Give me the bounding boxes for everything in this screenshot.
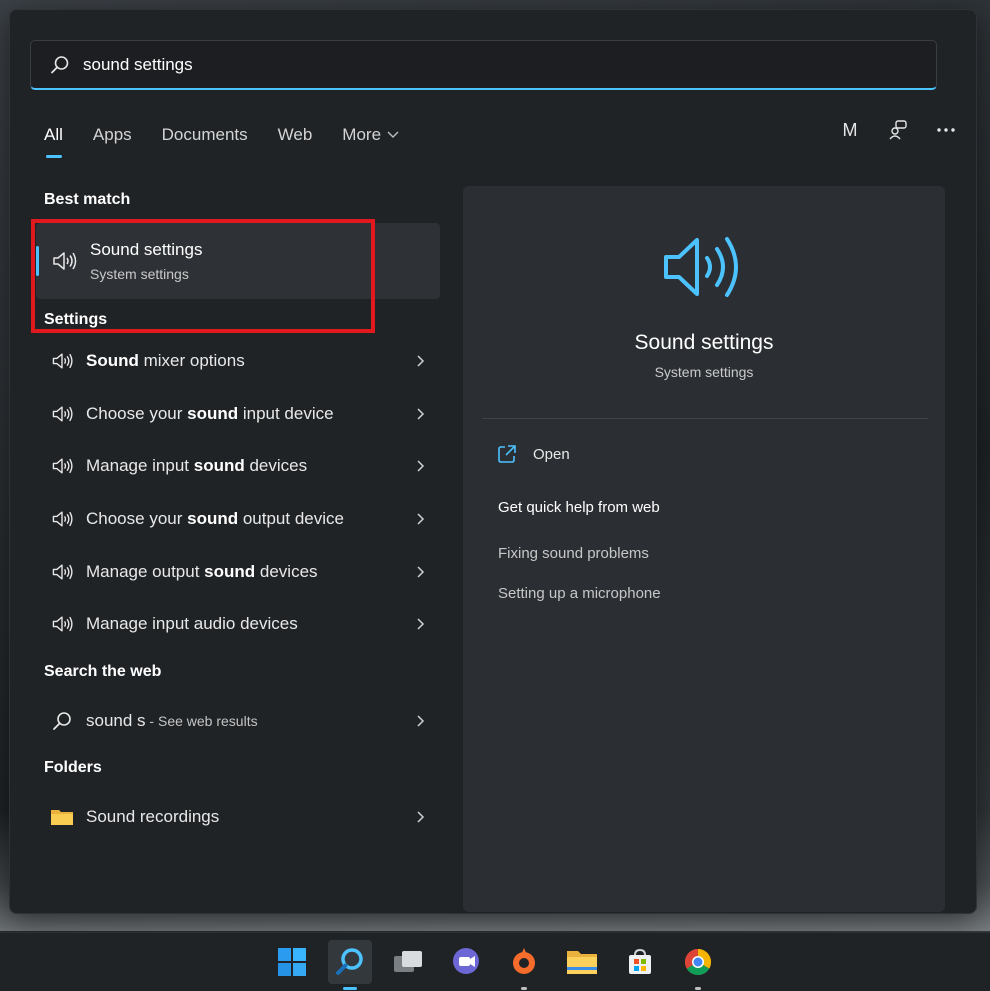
chevron-right-icon	[417, 566, 425, 578]
search-icon	[51, 55, 69, 73]
tab-more[interactable]: More	[342, 120, 399, 150]
account-avatar-button[interactable]: M	[838, 118, 862, 142]
chrome-icon	[684, 948, 712, 976]
tab-all[interactable]: All	[44, 120, 63, 158]
folder-item[interactable]: Sound recordings	[36, 791, 440, 844]
speaker-icon	[52, 353, 73, 369]
tab-label: More	[342, 125, 382, 144]
open-action-label: Open	[533, 445, 570, 463]
task-view-button[interactable]	[386, 940, 430, 984]
preview-pane: Sound settings System settings Open Get …	[463, 186, 945, 912]
filter-tabs: All Apps Documents Web More	[44, 120, 399, 158]
microsoft-store-icon	[629, 948, 651, 974]
chevron-right-icon	[417, 408, 425, 420]
windows-start-icon	[278, 948, 306, 976]
windows-start-button[interactable]	[270, 940, 314, 984]
folder-icon	[51, 810, 73, 826]
file-explorer-icon	[567, 951, 597, 974]
tab-apps[interactable]: Apps	[93, 120, 132, 150]
speaker-icon	[664, 237, 738, 297]
speaker-icon	[52, 458, 73, 475]
web-result-label: sound s - See web results	[86, 710, 258, 730]
tab-label: Web	[277, 125, 313, 144]
quick-help-heading: Get quick help from web	[498, 499, 660, 516]
accounts-icon	[889, 120, 907, 140]
microsoft-store-button[interactable]	[618, 940, 662, 984]
ellipsis-icon	[937, 128, 955, 132]
speaker-icon	[52, 406, 73, 422]
chevron-down-icon	[387, 131, 399, 138]
teams-chat-button[interactable]	[444, 940, 488, 984]
settings-item[interactable]: Manage input sound devices	[36, 440, 440, 493]
best-match-subtitle: System settings	[90, 266, 189, 282]
settings-item[interactable]: Sound mixer options	[36, 335, 440, 388]
help-link-fixing-sound[interactable]: Fixing sound problems	[498, 545, 649, 562]
section-best-match: Best match	[44, 191, 131, 208]
settings-item[interactable]: Manage output sound devices	[36, 545, 440, 598]
taskbar-search-button[interactable]	[328, 940, 372, 990]
section-settings: Settings	[44, 311, 108, 328]
settings-item-label: Manage input sound devices	[86, 456, 308, 476]
search-icon	[336, 948, 363, 975]
settings-item-label: Manage input audio devices	[86, 614, 298, 634]
tab-label: Apps	[92, 125, 132, 144]
speaker-icon	[52, 564, 73, 580]
search-input[interactable]	[83, 54, 863, 75]
settings-item-label: Sound mixer options	[86, 351, 245, 371]
preview-subtitle: System settings	[654, 364, 754, 380]
tab-documents[interactable]: Documents	[162, 120, 248, 150]
settings-item[interactable]: Choose your sound output device	[36, 493, 440, 546]
settings-item-label: Choose your sound output device	[86, 509, 344, 529]
chrome-button[interactable]	[676, 940, 720, 990]
header-actions: M	[838, 118, 958, 142]
teams-chat-icon	[453, 948, 479, 974]
connected-accounts-button[interactable]	[886, 118, 910, 142]
chevron-right-icon	[417, 460, 425, 473]
section-search-web: Search the web	[44, 662, 162, 680]
tab-web[interactable]: Web	[278, 120, 313, 150]
open-external-icon	[498, 445, 516, 463]
tab-label: All	[44, 125, 63, 144]
chevron-right-icon	[417, 715, 425, 727]
more-options-button[interactable]	[934, 118, 958, 142]
results-list: Best match Sound settings System setting…	[26, 185, 442, 844]
settings-item[interactable]: Choose your sound input device	[36, 388, 440, 441]
help-link-microphone[interactable]: Setting up a microphone	[498, 585, 661, 602]
origin-icon	[513, 948, 535, 974]
divider	[482, 418, 928, 419]
settings-item-label: Manage output sound devices	[86, 561, 318, 581]
settings-item[interactable]: Manage input audio devices	[36, 598, 440, 651]
preview-title: Sound settings	[634, 331, 774, 354]
section-folders: Folders	[44, 759, 102, 777]
tab-label: Documents	[161, 125, 248, 144]
task-view-icon	[394, 951, 422, 972]
origin-button[interactable]	[502, 940, 546, 990]
web-result-item[interactable]: sound s - See web results	[36, 695, 440, 748]
chevron-right-icon	[417, 355, 425, 367]
chevron-right-icon	[417, 811, 425, 823]
speaker-icon	[52, 616, 73, 632]
folder-item-label: Sound recordings	[86, 807, 220, 827]
settings-item-label: Choose your sound input device	[86, 403, 334, 423]
taskbar	[0, 932, 990, 991]
selection-indicator	[36, 246, 39, 276]
avatar-letter: M	[842, 119, 858, 140]
chevron-right-icon	[417, 618, 425, 630]
file-explorer-button[interactable]	[560, 940, 604, 984]
speaker-icon	[53, 252, 77, 270]
best-match-title: Sound settings	[90, 240, 203, 259]
open-action[interactable]: Open	[497, 444, 570, 464]
search-icon	[53, 712, 71, 730]
search-box[interactable]	[30, 40, 937, 90]
chevron-right-icon	[417, 513, 425, 525]
best-match-item[interactable]: Sound settings System settings	[36, 223, 440, 299]
speaker-icon	[52, 511, 73, 527]
